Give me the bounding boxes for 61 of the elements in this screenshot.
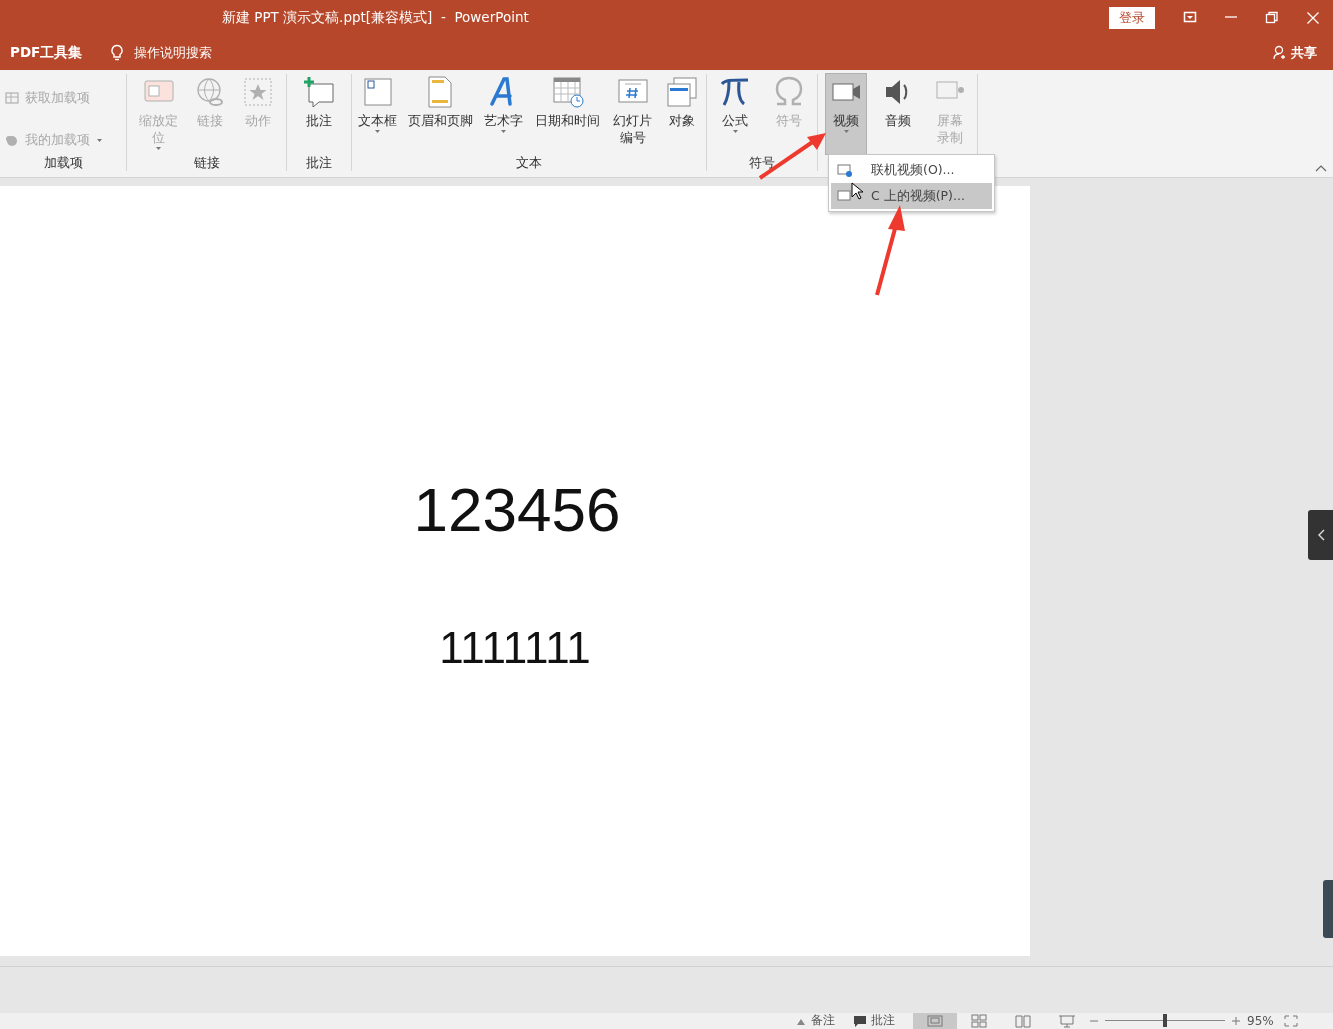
ribbon-display-icon[interactable] bbox=[1182, 11, 1197, 24]
slide-text: 123456 bbox=[413, 474, 621, 545]
object-icon bbox=[665, 76, 698, 108]
notes-button[interactable]: 备注 bbox=[795, 1012, 835, 1029]
calendar-clock-icon bbox=[551, 76, 584, 108]
zoom-in-icon[interactable] bbox=[1231, 1015, 1241, 1026]
reading-view-icon bbox=[1014, 1013, 1032, 1028]
chevron-left-icon bbox=[1316, 529, 1325, 541]
ribbon-button[interactable]: 对象 bbox=[660, 74, 703, 154]
ribbon-button[interactable]: 艺术字 bbox=[481, 74, 526, 154]
group-label: 符号 bbox=[749, 155, 775, 170]
ribbon-button[interactable]: 页眉和页脚 bbox=[404, 74, 477, 154]
slideshow-icon bbox=[1058, 1013, 1076, 1028]
ribbon-button[interactable]: 音频 bbox=[880, 74, 917, 154]
fit-to-window-icon[interactable] bbox=[1283, 1014, 1298, 1027]
caret-icon bbox=[500, 129, 507, 134]
mouse-cursor-icon bbox=[851, 182, 863, 200]
online-video-icon bbox=[837, 163, 853, 177]
collapse-ribbon-icon[interactable] bbox=[1315, 164, 1327, 172]
caret-icon bbox=[842, 129, 850, 134]
caret-icon bbox=[731, 129, 739, 134]
restore-icon[interactable] bbox=[1264, 11, 1279, 24]
ribbon-button[interactable]: 公式 bbox=[717, 74, 753, 154]
ribbon-button[interactable]: 批注 bbox=[300, 74, 338, 154]
comment-icon bbox=[303, 76, 335, 108]
group-label: 批注 bbox=[306, 155, 332, 170]
person-icon bbox=[1273, 45, 1287, 60]
group-label: 链接 bbox=[193, 155, 220, 170]
close-icon[interactable] bbox=[1305, 11, 1320, 24]
comments-button[interactable]: 批注 bbox=[853, 1012, 895, 1029]
ribbon-button[interactable]: 幻灯片编号 bbox=[609, 74, 656, 154]
slider-thumb[interactable] bbox=[1163, 1014, 1167, 1027]
add-in-grid-icon bbox=[4, 90, 20, 107]
omega-icon bbox=[773, 76, 805, 108]
ribbon-button[interactable]: 视频 bbox=[826, 74, 867, 154]
slide-sorter-icon bbox=[970, 1013, 988, 1028]
comment-icon bbox=[853, 1014, 867, 1027]
lightbulb-icon bbox=[110, 43, 125, 62]
zoom-percentage[interactable]: 95% bbox=[1247, 1013, 1274, 1028]
normal-view-icon bbox=[926, 1013, 944, 1028]
ribbon-button[interactable]: 日期和时间 bbox=[530, 74, 605, 154]
ribbon-button[interactable]: 文本框 bbox=[355, 74, 400, 154]
star-action-icon bbox=[242, 76, 275, 108]
share-button[interactable]: 共享 bbox=[1291, 43, 1317, 62]
slide-text: 1111111 bbox=[439, 623, 591, 673]
menu-item[interactable]: C 上的视频(P)... bbox=[831, 183, 992, 209]
caret-icon bbox=[374, 129, 381, 134]
level-meter-icon bbox=[1323, 880, 1333, 938]
text-box-icon bbox=[361, 76, 394, 108]
group-label: 文本 bbox=[516, 155, 542, 170]
login-button[interactable]: 登录 bbox=[1109, 6, 1155, 29]
menu-item[interactable]: 联机视频(O)... bbox=[831, 157, 992, 183]
ribbon-tab[interactable]: PDF工具集 bbox=[10, 43, 83, 62]
pi-icon bbox=[719, 76, 751, 108]
window-title: 新建 PPT 演示文稿.ppt[兼容模式] - PowerPoint bbox=[222, 8, 529, 27]
caret-icon bbox=[95, 137, 104, 144]
group-label: 加载项 bbox=[43, 155, 83, 170]
search-field[interactable]: 操作说明搜索 bbox=[134, 43, 213, 62]
monitor-icon bbox=[837, 189, 853, 203]
caret-icon bbox=[155, 146, 163, 151]
side-panel-toggle[interactable] bbox=[1308, 510, 1333, 560]
